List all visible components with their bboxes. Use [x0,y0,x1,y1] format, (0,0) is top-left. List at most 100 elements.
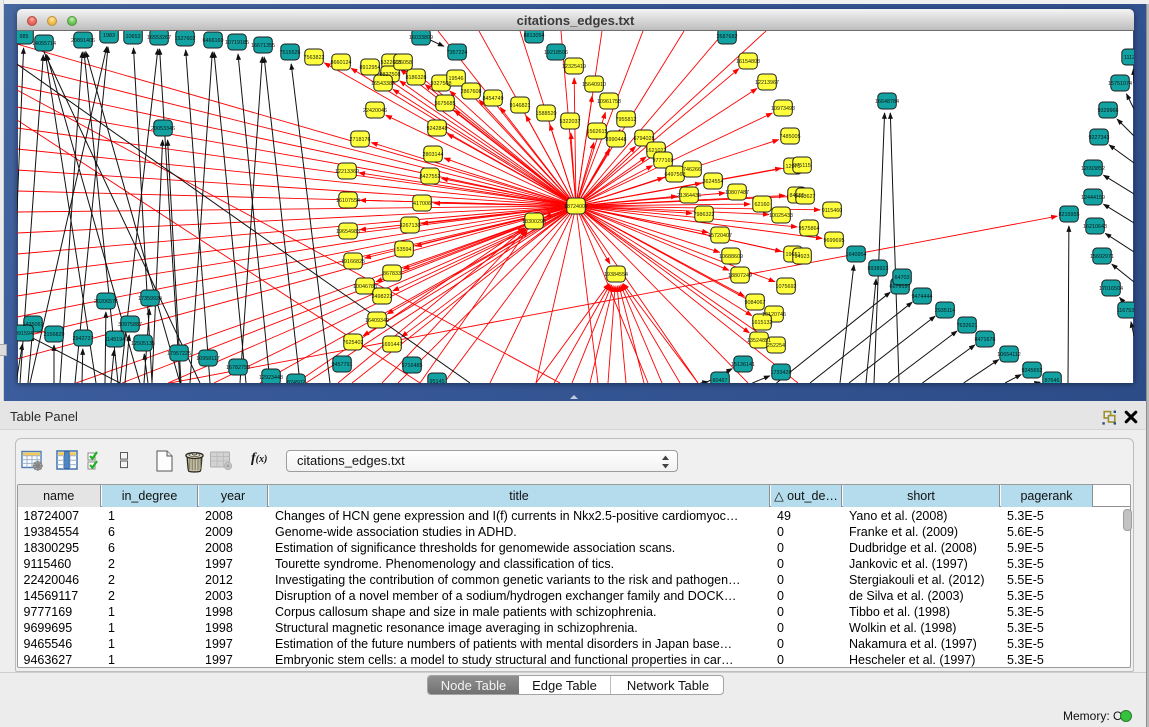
svg-text:16033809: 16033809 [409,35,433,41]
svg-text:10025433: 10025433 [769,213,793,219]
svg-text:19218506: 19218506 [544,50,568,56]
svg-text:21364436: 21364436 [677,193,701,199]
svg-text:15751074: 15751074 [1108,81,1132,87]
svg-text:10973493: 10973493 [771,106,795,112]
svg-text:2942737: 2942737 [73,336,94,342]
svg-text:8990448: 8990448 [606,137,627,143]
svg-text:8471676: 8471676 [975,337,996,343]
svg-text:12325419: 12325419 [562,64,586,70]
svg-text:1733426: 1733426 [771,370,792,376]
svg-text:991594: 991594 [17,331,33,337]
svg-text:867833: 867833 [383,271,401,277]
svg-text:20891406: 20891406 [71,38,95,44]
svg-text:7515526: 7515526 [280,50,301,56]
svg-text:9699695: 9699695 [824,238,845,244]
svg-text:30975887: 30975887 [118,322,142,328]
svg-text:53594: 53594 [397,247,412,253]
svg-text:10688609: 10688609 [719,254,743,260]
svg-text:80467: 80467 [713,378,728,383]
svg-text:1075692: 1075692 [776,284,797,290]
svg-text:15640910: 15640910 [582,82,606,88]
svg-text:1615132: 1615132 [752,320,773,326]
svg-text:3267130: 3267130 [400,223,421,229]
svg-text:18807249: 18807249 [728,273,752,279]
svg-text:16553267: 16553267 [147,35,171,41]
svg-text:94923: 94923 [795,254,810,260]
svg-text:9463627: 9463627 [795,194,816,200]
svg-text:9245652: 9245652 [1022,368,1043,374]
svg-text:9227343: 9227343 [1089,135,1110,141]
svg-text:6679197: 6679197 [890,284,911,290]
svg-text:7625402: 7625402 [343,340,364,346]
svg-text:12505135: 12505135 [131,341,155,347]
svg-text:8454749: 8454749 [483,96,504,102]
svg-text:19166825: 19166825 [341,259,365,265]
svg-text:12093852: 12093852 [1081,166,1105,172]
svg-text:1640954: 1640954 [846,252,867,258]
svg-text:1527602: 1527602 [175,36,196,42]
svg-text:10653: 10653 [126,34,141,40]
svg-text:252254: 252254 [767,343,785,349]
svg-text:11125: 11125 [1124,55,1134,61]
svg-text:746266: 746266 [683,167,701,173]
svg-text:8660124: 8660124 [331,60,352,66]
svg-text:16782759: 16782759 [226,365,250,371]
svg-text:16409349: 16409349 [365,318,389,324]
svg-text:10958117: 10958117 [196,356,220,362]
svg-text:15136141: 15136141 [731,362,755,368]
svg-text:9575864: 9575864 [799,226,820,232]
svg-text:95145: 95145 [430,379,445,383]
svg-text:5716485: 5716485 [402,363,423,369]
svg-text:62160: 62160 [755,202,770,208]
svg-text:8215955: 8215955 [1059,212,1080,218]
svg-text:7986322: 7986322 [694,212,715,218]
svg-text:2687682: 2687682 [717,34,738,40]
svg-text:19546: 19546 [449,76,464,82]
svg-text:1691447: 1691447 [382,342,403,348]
svg-text:2156829: 2156829 [44,332,65,338]
svg-text:1167533: 1167533 [1117,308,1134,314]
svg-text:824502: 824502 [287,380,305,383]
svg-text:1145194: 1145194 [105,337,126,343]
svg-text:20053346: 20053346 [151,126,175,132]
svg-text:8186328: 8186328 [406,75,427,81]
svg-text:17359924: 17359924 [138,296,162,302]
svg-text:6794028: 6794028 [634,136,655,142]
svg-text:12444159: 12444159 [1081,195,1105,201]
svg-text:7955812: 7955812 [616,117,637,123]
svg-text:18724007: 18724007 [564,204,588,210]
svg-text:16671355: 16671355 [251,43,275,49]
svg-text:9084067: 9084067 [745,300,766,306]
svg-text:8938923: 8938923 [868,266,889,272]
svg-text:10654112: 10654112 [997,352,1021,358]
svg-text:10046788: 10046788 [353,284,377,290]
svg-text:7485005: 7485005 [780,134,801,140]
svg-text:16543382: 16543382 [371,81,395,87]
svg-text:22420046: 22420046 [363,108,387,114]
svg-text:16107554: 16107554 [336,198,360,204]
svg-text:2718176: 2718176 [350,137,371,143]
svg-text:9115460: 9115460 [822,208,843,214]
svg-text:12213369: 12213369 [335,169,359,175]
svg-text:226058: 226058 [394,60,412,66]
svg-text:19654983: 19654983 [336,229,360,235]
svg-text:15720407: 15720407 [708,233,732,239]
svg-text:10807487: 10807487 [725,190,749,196]
svg-text:1588520: 1588520 [536,111,557,117]
svg-text:10719185: 10719185 [225,40,249,46]
svg-text:87646: 87646 [1045,378,1060,383]
svg-text:16648784: 16648784 [875,99,899,105]
svg-text:975115: 975115 [793,163,811,169]
svg-text:8427552: 8427552 [420,174,441,180]
svg-text:17957225: 17957225 [167,351,191,357]
svg-text:9242848: 9242848 [427,126,448,132]
svg-text:15692971: 15692971 [1090,254,1114,260]
svg-text:7632621: 7632621 [957,323,978,329]
svg-text:7563822: 7563822 [304,55,325,61]
svg-text:9457791: 9457791 [332,362,353,368]
svg-text:9146821: 9146821 [510,103,531,109]
svg-text:1435061: 1435061 [23,322,44,328]
svg-text:2867608: 2867608 [461,89,482,95]
svg-text:16154808: 16154808 [736,59,760,65]
svg-text:9329966: 9329966 [1098,108,1119,114]
